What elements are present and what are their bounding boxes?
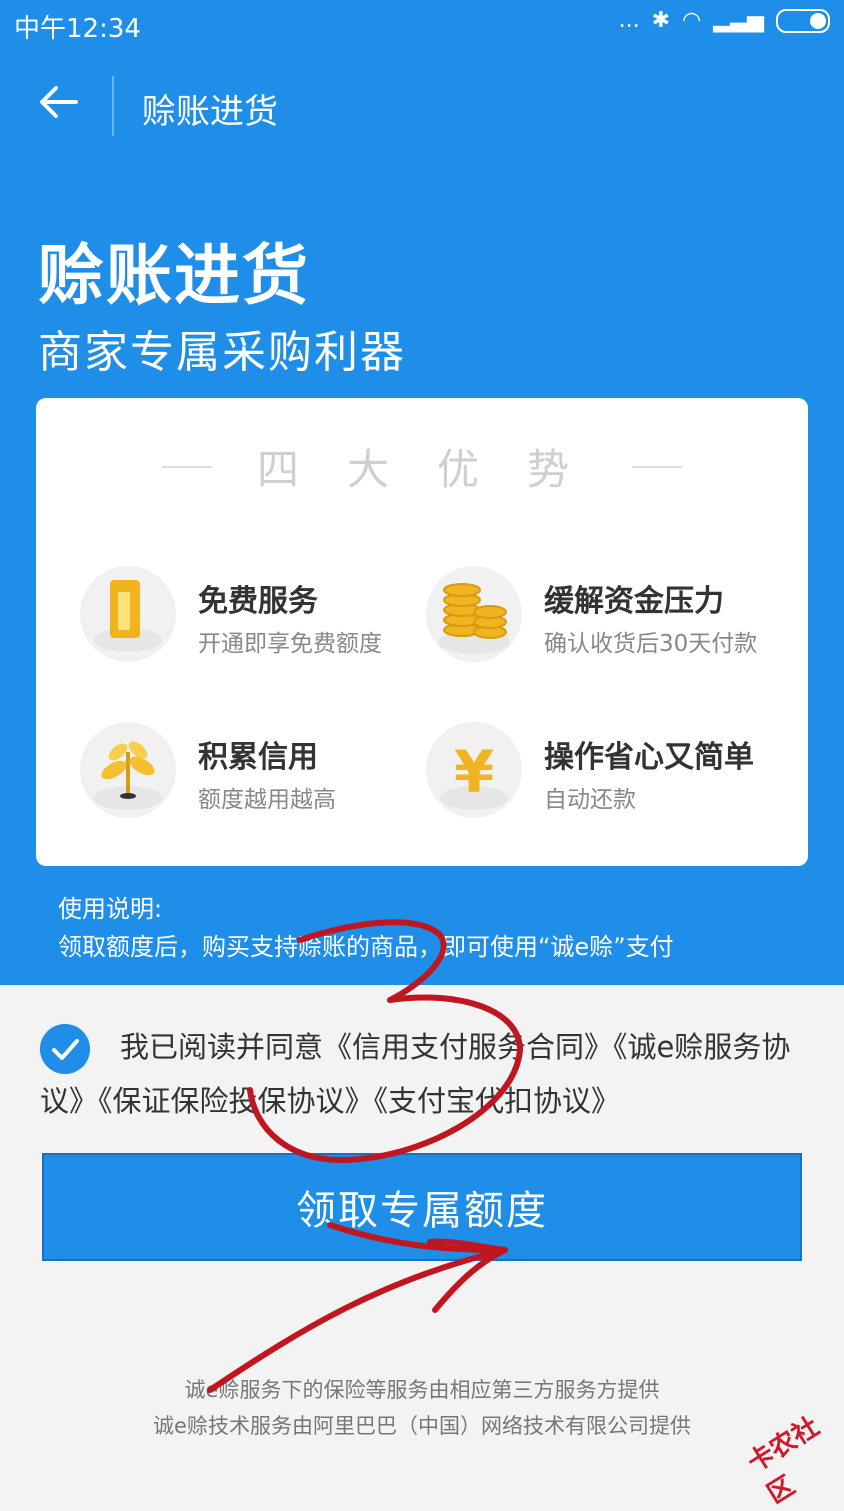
usage-note-text: 领取额度后，购买支持赊账的商品，即可使用“诚e赊”支付 (58, 933, 674, 961)
feature-title: 积累信用 (198, 740, 318, 775)
card-heading: 四大优势 (36, 436, 808, 497)
nav-title: 赊账进货 (142, 92, 278, 132)
bluetooth-icon: ✱ (651, 8, 671, 33)
feature-item: 免费服务 开通即享免费额度 (80, 566, 460, 686)
heading-line-right (632, 465, 683, 468)
nav-bar: 赊账进货 (0, 58, 844, 150)
back-arrow-icon[interactable] (36, 80, 80, 124)
feature-title: 缓解资金压力 (544, 584, 724, 619)
coin-stack-icon (426, 566, 522, 662)
heading-line-left (161, 465, 212, 468)
status-time: 中午12:34 (14, 14, 141, 44)
status-bar: 中午12:34 ... ✱ ◠ ▂▃▅ (0, 0, 844, 48)
feature-desc: 开通即享免费额度 (198, 631, 382, 657)
hero-title: 赊账进货 (38, 237, 310, 314)
footer-line2: 诚e赊技术服务由阿里巴巴（中国）网络技术有限公司提供 (153, 1414, 691, 1438)
feature-title: 操作省心又简单 (544, 740, 754, 775)
wifi-icon: ◠ (682, 8, 702, 33)
status-dots: ... (618, 8, 640, 33)
battery-icon (776, 8, 830, 33)
feature-title: 免费服务 (198, 584, 318, 619)
svg-text:¥: ¥ (454, 738, 494, 806)
footer: 诚e赊服务下的保险等服务由相应第三方服务方提供 诚e赊技术服务由阿里巴巴（中国）… (0, 1372, 844, 1444)
usage-note-label: 使用说明: (58, 895, 163, 923)
agreement-label: 我已阅读并同意《信用支付服务合同》《诚e赊服务协议》《保证保险投保协议》《支付宝… (40, 1030, 791, 1118)
feature-item: 积累信用 额度越用越高 (80, 722, 460, 842)
hero-subtitle: 商家专属采购利器 (38, 327, 406, 378)
gold-bar-icon (80, 566, 176, 662)
feature-desc: 自动还款 (544, 787, 636, 813)
usage-note: 使用说明: 领取额度后，购买支持赊账的商品，即可使用“诚e赊”支付 (58, 890, 674, 966)
card-heading-text: 四大优势 (256, 445, 617, 494)
agreement-text[interactable]: 我已阅读并同意《信用支付服务合同》《诚e赊服务协议》《保证保险投保协议》《支付宝… (40, 1020, 810, 1128)
feature-desc: 确认收货后30天付款 (544, 631, 758, 657)
yuan-icon: ¥ (426, 722, 522, 818)
plant-icon (80, 722, 176, 818)
feature-item: 缓解资金压力 确认收货后30天付款 (426, 566, 806, 686)
claim-quota-button[interactable]: 领取专属额度 (42, 1153, 802, 1261)
feature-desc: 额度越用越高 (198, 787, 336, 813)
feature-item: ¥ 操作省心又简单 自动还款 (426, 722, 806, 842)
footer-line1: 诚e赊服务下的保险等服务由相应第三方服务方提供 (184, 1378, 660, 1402)
advantages-card: 四大优势 免费服务 开通即享免费额度 缓解资金压力 确认收货后30天付款 积累信… (36, 398, 808, 866)
nav-divider (112, 76, 114, 136)
signal-icon: ▂▃▅ (713, 8, 764, 33)
